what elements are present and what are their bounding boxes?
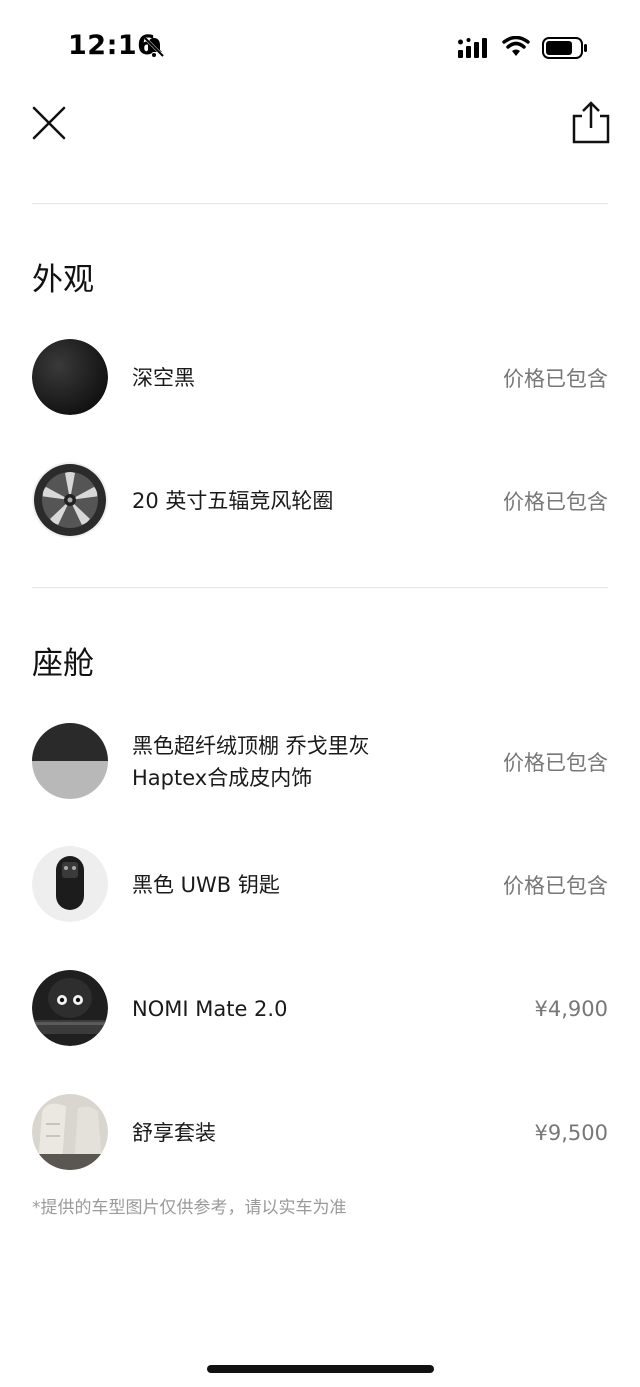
status-bar: 12:16	[0, 0, 640, 96]
cellular-signal-icon	[458, 38, 487, 58]
option-row-key[interactable]: 黑色 UWB 钥匙 价格已包含	[32, 846, 608, 924]
option-price: 价格已包含	[503, 490, 608, 514]
wifi-icon	[502, 36, 530, 56]
home-indicator[interactable]	[207, 1365, 434, 1373]
uwb-key-icon	[32, 846, 108, 922]
option-price: 价格已包含	[503, 367, 608, 391]
disclaimer-text: *提供的车型图片仅供参考，请以实车为准	[32, 1198, 347, 1218]
option-name: NOMI Mate 2.0	[132, 997, 288, 1021]
option-name: 20 英寸五辐竞风轮圈	[132, 489, 334, 513]
option-row-wheel[interactable]: 20 英寸五辐竞风轮圈 价格已包含	[32, 462, 608, 540]
option-row-nomi[interactable]: NOMI Mate 2.0 ¥4,900	[32, 970, 608, 1048]
interior-swatch-icon	[32, 723, 108, 799]
option-price: ¥4,900	[534, 997, 608, 1021]
section-title-cabin: 座舱	[32, 646, 94, 682]
section-title-exterior: 外观	[32, 262, 94, 298]
option-name: 深空黑	[132, 366, 195, 390]
option-price: 价格已包含	[503, 751, 608, 775]
black-paint-swatch-icon	[32, 339, 108, 415]
share-icon[interactable]	[570, 100, 612, 144]
option-row-paint[interactable]: 深空黑 价格已包含	[32, 339, 608, 417]
option-name: 黑色超纤绒顶棚 乔戈里灰 Haptex合成皮内饰	[132, 734, 370, 790]
bell-muted-icon	[143, 36, 165, 58]
option-name: 舒享套装	[132, 1121, 216, 1145]
option-price: 价格已包含	[503, 874, 608, 898]
divider	[32, 587, 608, 588]
option-price: ¥9,500	[534, 1121, 608, 1145]
option-name: 黑色 UWB 钥匙	[132, 873, 280, 897]
wheel-rim-icon	[32, 462, 108, 538]
battery-icon	[542, 37, 587, 59]
close-icon[interactable]	[30, 104, 68, 142]
option-row-comfort[interactable]: 舒享套装 ¥9,500	[32, 1094, 608, 1172]
nomi-robot-icon	[32, 970, 108, 1046]
comfort-seat-icon	[32, 1094, 108, 1170]
divider	[32, 203, 608, 204]
option-row-interior[interactable]: 黑色超纤绒顶棚 乔戈里灰 Haptex合成皮内饰 价格已包含	[32, 723, 608, 801]
